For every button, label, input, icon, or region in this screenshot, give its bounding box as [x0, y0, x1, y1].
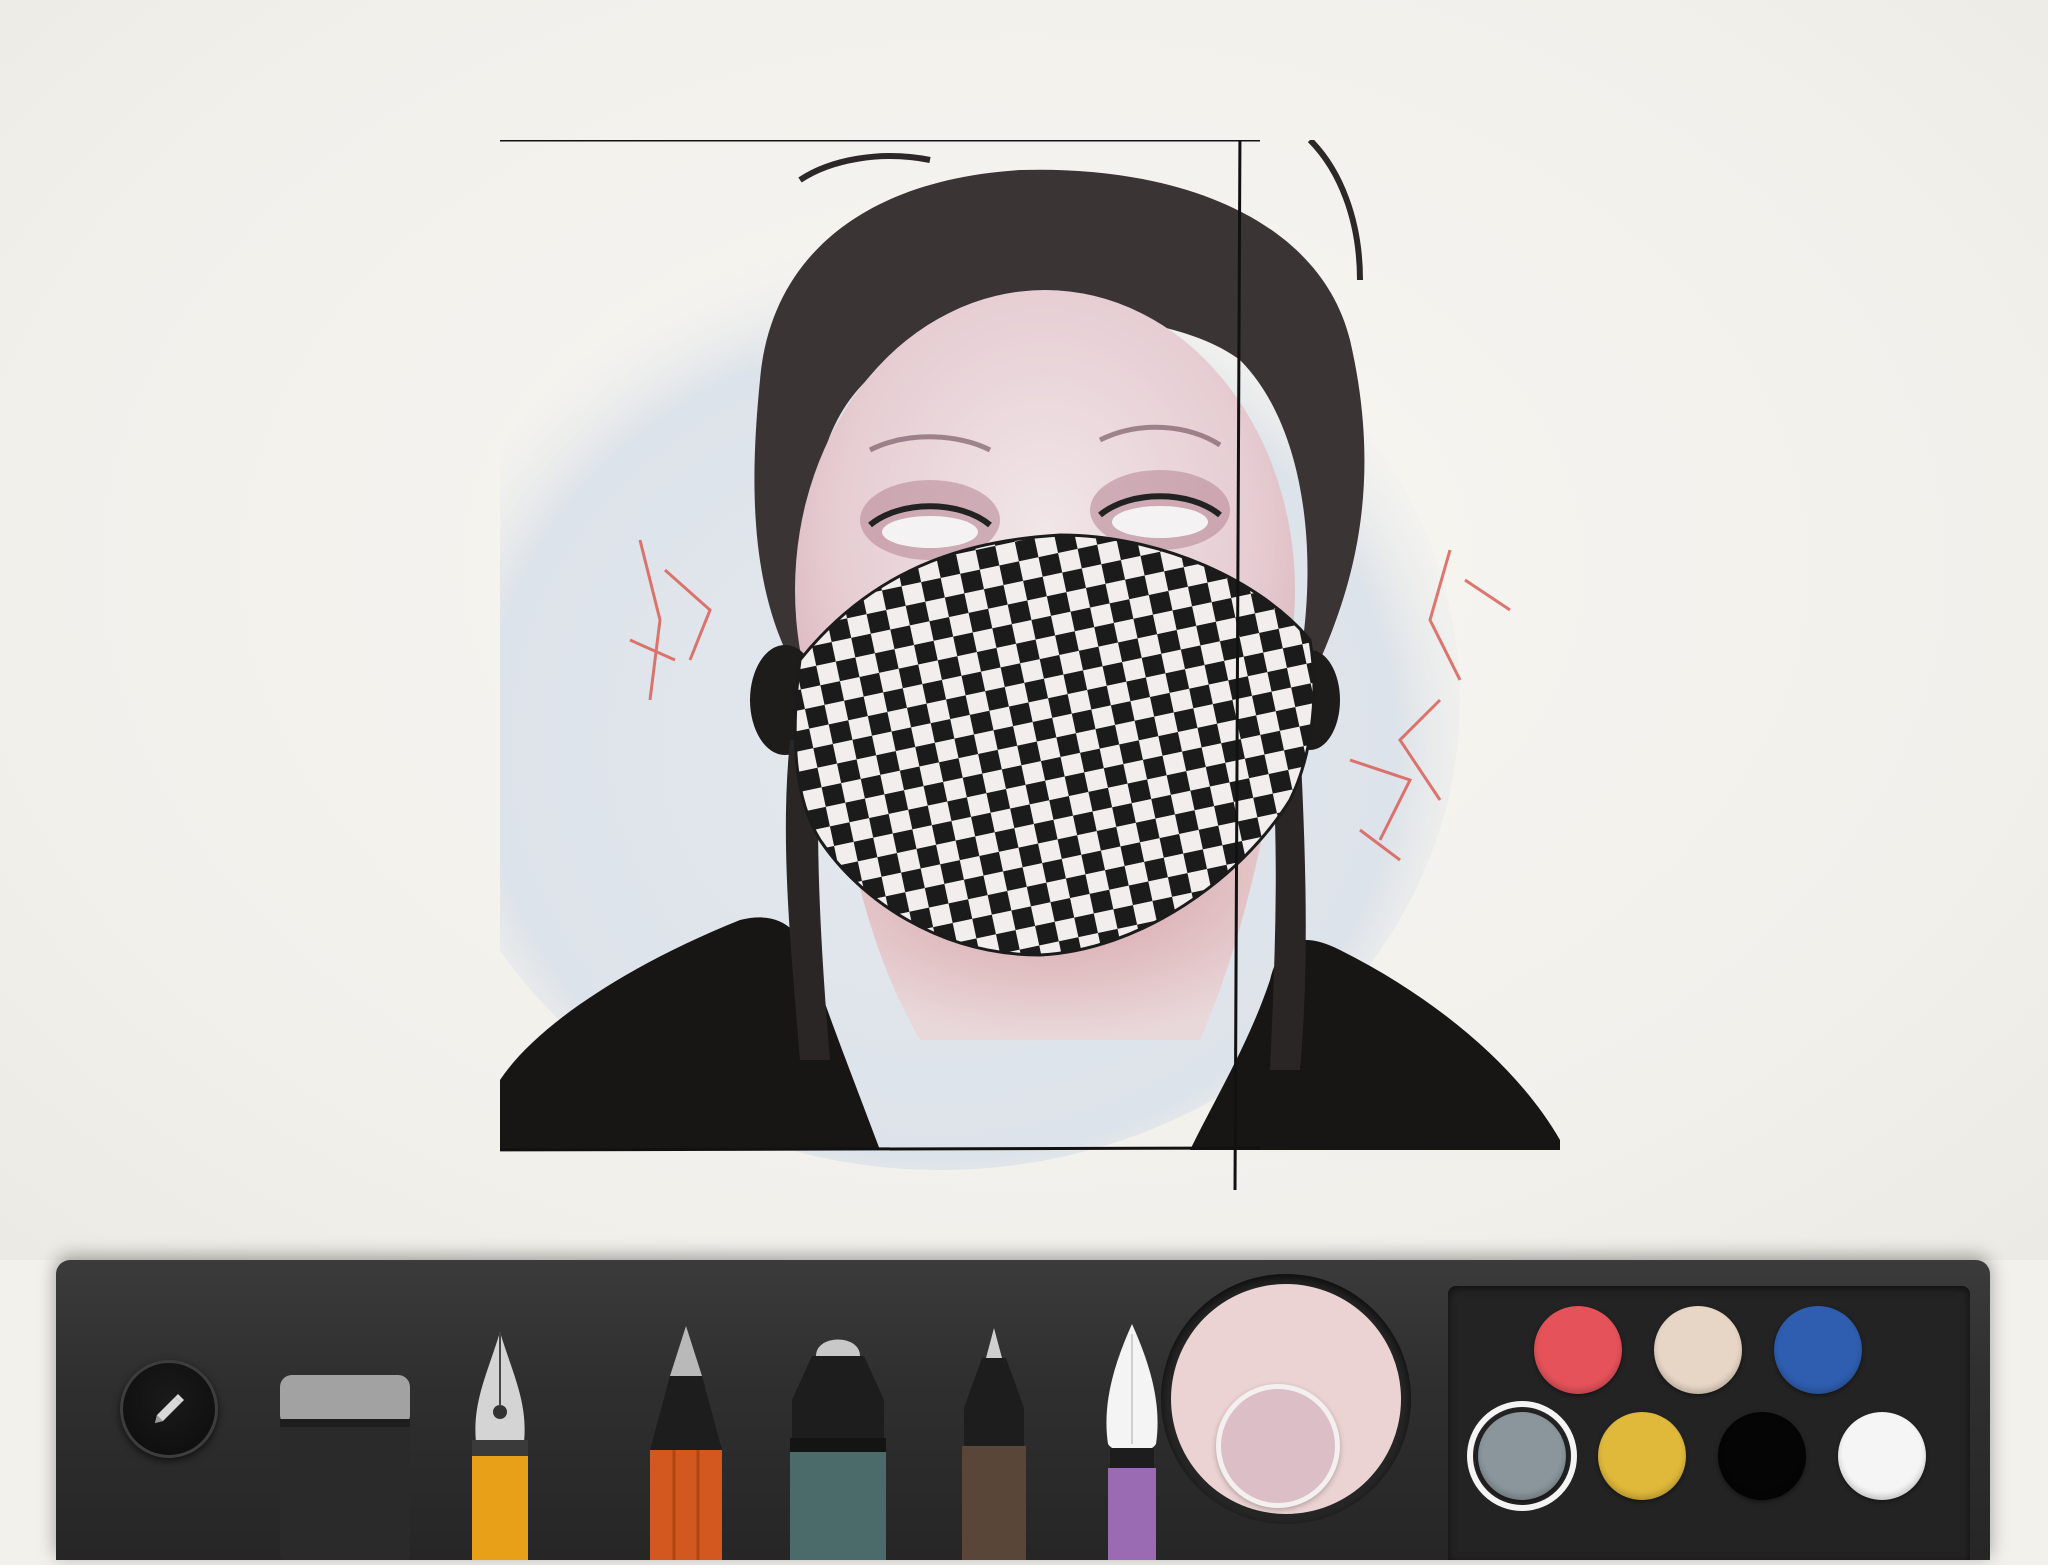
- fineliner-icon: [962, 1328, 1026, 1560]
- swatch-black[interactable]: [1718, 1412, 1806, 1500]
- marker-tool[interactable]: [776, 1330, 900, 1560]
- eraser-tool[interactable]: [278, 1375, 412, 1560]
- eraser-icon: [280, 1375, 410, 1560]
- fountain-pen-icon: [472, 1332, 528, 1560]
- edit-mode-button[interactable]: [120, 1360, 218, 1458]
- current-color-swatch[interactable]: [1216, 1384, 1340, 1508]
- swatch-beige[interactable]: [1654, 1306, 1742, 1394]
- fountain-pen-tool[interactable]: [464, 1332, 536, 1560]
- pencil-icon: [155, 1394, 184, 1423]
- brush-icon: [1106, 1324, 1158, 1560]
- swatch-blue[interactable]: [1774, 1306, 1862, 1394]
- fineliner-tool[interactable]: [956, 1328, 1032, 1560]
- drawing-canvas[interactable]: [0, 0, 2048, 1260]
- artwork: [500, 140, 1560, 1191]
- swatch-gray[interactable]: [1467, 1401, 1577, 1511]
- pencil-tool[interactable]: [646, 1326, 726, 1560]
- watercolor-brush-tool[interactable]: [1096, 1324, 1168, 1560]
- marker-icon: [790, 1339, 886, 1560]
- swatch-yellow[interactable]: [1598, 1412, 1686, 1500]
- pencil-tool-icon: [650, 1326, 722, 1560]
- color-palette: [1448, 1286, 1970, 1560]
- swatch-red[interactable]: [1534, 1306, 1622, 1394]
- color-mixer[interactable]: [1161, 1274, 1411, 1524]
- swatch-white[interactable]: [1838, 1412, 1926, 1500]
- tool-tray: [56, 1260, 1990, 1560]
